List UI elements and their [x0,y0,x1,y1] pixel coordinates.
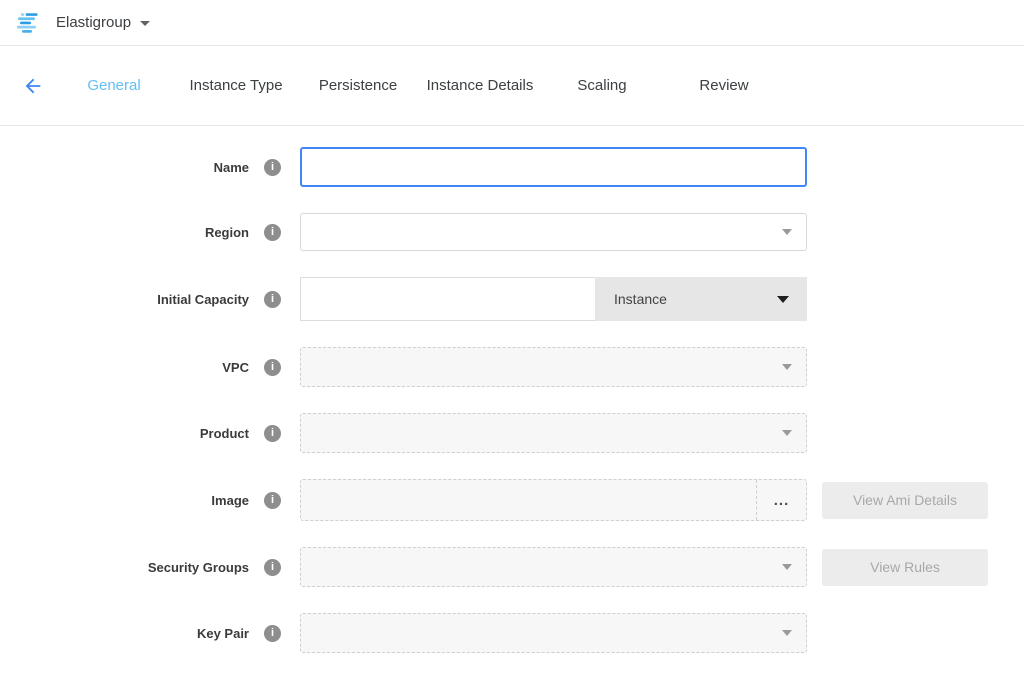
field-row-initial-capacity: Initial Capacity i Instance [0,277,1024,321]
tab-instance-details[interactable]: Instance Details [419,77,541,94]
view-rules-button[interactable]: View Rules [822,549,988,586]
image-browse-button[interactable]: ... [756,480,806,520]
info-icon[interactable]: i [264,159,281,176]
info-icon[interactable]: i [264,224,281,241]
image-label: Image [211,493,249,508]
field-row-image: Image i ... View Ami Details [0,479,1024,521]
initial-capacity-input[interactable] [300,277,595,321]
initial-capacity-label: Initial Capacity [157,292,249,307]
chevron-down-icon [782,630,792,636]
field-row-key-pair: Key Pair i [0,613,1024,653]
name-label: Name [214,160,249,175]
info-icon[interactable]: i [264,425,281,442]
product-label: Product [200,426,249,441]
field-row-vpc: VPC i [0,347,1024,387]
vpc-select[interactable] [300,347,807,387]
security-groups-label: Security Groups [148,560,249,575]
image-value [301,480,756,520]
info-icon[interactable]: i [264,492,281,509]
region-select[interactable] [300,213,807,251]
product-select[interactable] [300,413,807,453]
field-row-product: Product i [0,413,1024,453]
security-groups-select[interactable] [300,547,807,587]
vpc-label: VPC [222,360,249,375]
capacity-unit-value: Instance [614,291,667,307]
chevron-down-icon [777,296,789,303]
app-header: Elastigroup [0,0,1024,46]
view-ami-details-button[interactable]: View Ami Details [822,482,988,519]
field-row-name: Name i [0,147,1024,187]
general-settings-form: Name i Region i Initial Capacity i Insta… [0,126,1024,653]
chevron-down-icon [782,364,792,370]
field-row-security-groups: Security Groups i View Rules [0,547,1024,587]
info-icon[interactable]: i [264,625,281,642]
capacity-unit-select[interactable]: Instance [595,277,807,321]
tab-persistence[interactable]: Persistence [297,77,419,94]
app-title[interactable]: Elastigroup [56,14,131,31]
arrow-left-icon [22,75,44,97]
elastigroup-logo-icon [17,13,43,33]
tab-general[interactable]: General [53,77,175,94]
region-label: Region [205,225,249,240]
key-pair-select[interactable] [300,613,807,653]
image-input[interactable]: ... [300,479,807,521]
chevron-down-icon [782,229,792,235]
tab-instance-type[interactable]: Instance Type [175,77,297,94]
wizard-tabs: General Instance Type Persistence Instan… [53,77,785,94]
info-icon[interactable]: i [264,559,281,576]
wizard-tabbar: General Instance Type Persistence Instan… [0,46,1024,126]
key-pair-label: Key Pair [197,626,249,641]
info-icon[interactable]: i [264,291,281,308]
name-input[interactable] [300,147,807,187]
tab-scaling[interactable]: Scaling [541,77,663,94]
tab-review[interactable]: Review [663,77,785,94]
chevron-down-icon[interactable] [140,21,150,26]
info-icon[interactable]: i [264,359,281,376]
field-row-region: Region i [0,213,1024,251]
back-button[interactable] [21,74,45,98]
chevron-down-icon [782,564,792,570]
chevron-down-icon [782,430,792,436]
